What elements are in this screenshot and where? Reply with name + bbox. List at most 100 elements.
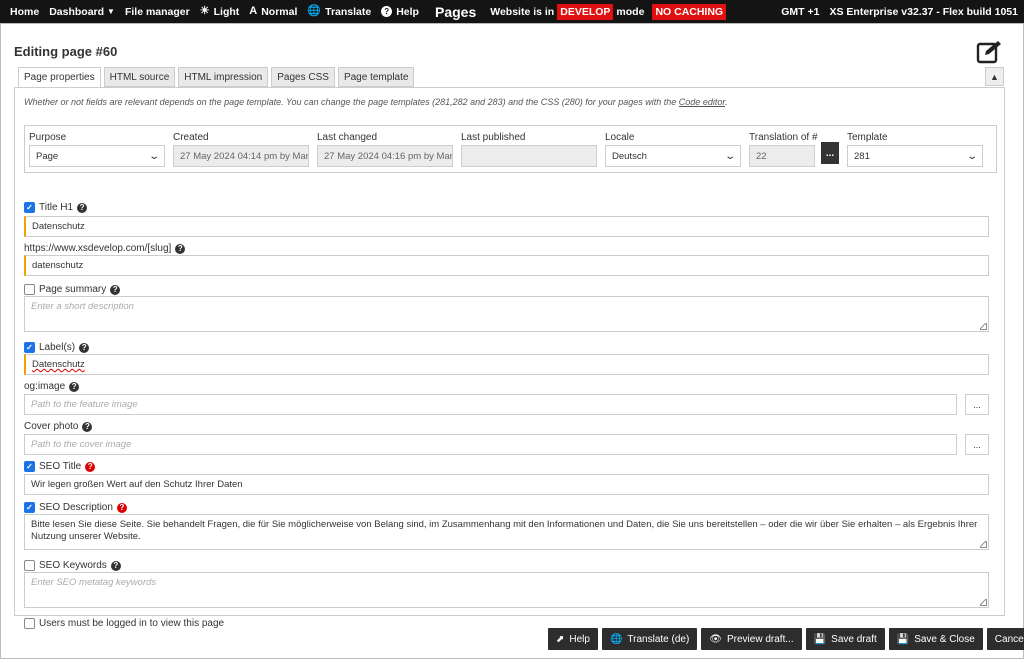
purpose-group: Purpose Page ⌄ [29, 132, 165, 167]
seo-description-textarea[interactable]: Bitte lesen Sie diese Seite. Sie behande… [24, 514, 989, 550]
login-required-checkbox[interactable] [24, 618, 35, 629]
help-icon[interactable]: ? [69, 381, 80, 392]
seo-title-input[interactable]: Wir legen großen Wert auf den Schutz Ihr… [24, 474, 989, 495]
nav-dashboard-label: Dashboard [49, 5, 105, 18]
help-icon[interactable]: ? [175, 243, 186, 254]
seo-keywords-checkbox[interactable] [24, 560, 35, 571]
save-draft-label: Save draft [831, 633, 877, 645]
tab-page-properties[interactable]: Page properties [18, 67, 101, 88]
help-icon[interactable]: ? [77, 202, 88, 213]
template-select[interactable]: 281 ⌄ [847, 145, 983, 167]
labels-input[interactable]: Datenschutz [24, 354, 989, 375]
chevron-down-icon: ⌄ [723, 150, 736, 162]
globe-icon: 🌐 [307, 5, 322, 17]
tab-pages-css[interactable]: Pages CSS [271, 67, 335, 87]
floppy-icon: 💾 [896, 633, 910, 645]
purpose-value: Page [36, 150, 59, 162]
title-h1-input[interactable]: Datenschutz [24, 216, 989, 237]
cover-photo-label-row: Cover photo ? [24, 421, 93, 432]
translation-of-browse-button[interactable]: ... [821, 142, 839, 164]
help-button[interactable]: ⬈ Help [548, 628, 598, 650]
tab-html-source[interactable]: HTML source [103, 67, 176, 87]
cancel-button[interactable]: Cancel [986, 628, 1024, 650]
seo-description-checkbox[interactable]: ✓ [24, 502, 35, 513]
font-icon: A [249, 5, 258, 17]
edit-icon [976, 41, 1001, 64]
cover-photo-input[interactable]: Path to the cover image [24, 434, 957, 455]
nav-home[interactable]: Home [10, 6, 39, 18]
labels-label-row: ✓ Label(s) ? [24, 342, 90, 353]
title-h1-checkbox[interactable]: ✓ [24, 202, 35, 213]
nav-file-manager[interactable]: File manager [125, 6, 190, 18]
nav-dashboard[interactable]: Dashboard ▼ [49, 6, 115, 18]
help-icon[interactable]: ? [110, 284, 121, 295]
created-label: Created [173, 132, 209, 143]
collapse-button[interactable]: ▲ [985, 67, 1004, 86]
seo-title-checkbox[interactable]: ✓ [24, 461, 35, 472]
locale-value: Deutsch [612, 150, 647, 162]
save-close-label: Save & Close [914, 633, 975, 645]
og-image-label-row: og:image ? [24, 381, 80, 392]
template-label: Template [847, 132, 888, 143]
save-draft-button[interactable]: 💾 Save draft [805, 628, 885, 650]
last-published-field [461, 145, 597, 167]
mode-label: mode [616, 5, 645, 18]
last-published-group: Last published [461, 132, 597, 167]
cover-photo-label: Cover photo [24, 421, 79, 432]
purpose-select[interactable]: Page ⌄ [29, 145, 165, 167]
nav-translate[interactable]: 🌐 Translate [307, 6, 371, 18]
save-close-button[interactable]: 💾 Save & Close [888, 628, 983, 650]
slug-label-row: https://www.xsdevelop.com/[slug] ? [24, 243, 186, 254]
seo-title-label-row: ✓ SEO Title ? [24, 461, 96, 472]
hint-end: . [725, 97, 728, 107]
resize-handle[interactable] [980, 541, 987, 548]
help-icon[interactable]: ? [110, 560, 121, 571]
seo-description-value: Bitte lesen Sie diese Seite. Sie behande… [31, 519, 978, 542]
version-label: XS Enterprise v32.37 - Flex build 1051 [829, 5, 1018, 18]
develop-badge: DEVELOP [557, 3, 614, 20]
help-button-label: Help [569, 633, 590, 645]
translation-of-field[interactable]: 22 [749, 145, 815, 167]
template-value: 281 [854, 150, 870, 162]
meta-fieldset: Purpose Page ⌄ Created 27 May 2024 04:14… [24, 125, 997, 173]
page-summary-label-row: Page summary ? [24, 284, 121, 295]
nav-help-label: Help [396, 5, 419, 18]
locale-select[interactable]: Deutsch ⌄ [605, 145, 741, 167]
seo-keywords-label: SEO Keywords [39, 560, 107, 571]
page-summary-textarea[interactable]: Enter a short description [24, 296, 989, 332]
nav-translate-label: Translate [325, 5, 372, 18]
seo-keywords-textarea[interactable]: Enter SEO metatag keywords [24, 572, 989, 608]
preview-draft-label: Preview draft... [727, 633, 794, 645]
tab-page-template[interactable]: Page template [337, 67, 415, 87]
seo-description-label: SEO Description [39, 502, 113, 513]
page-summary-checkbox[interactable] [24, 284, 35, 295]
help-icon[interactable]: ? [82, 421, 93, 432]
edit-page-dialog: Editing page #60 Page properties HTML so… [0, 23, 1024, 659]
og-image-browse-button[interactable]: ... [965, 394, 989, 415]
tab-html-impression[interactable]: HTML impression [178, 67, 269, 87]
code-editor-link[interactable]: Code editor [679, 97, 725, 107]
locale-group: Locale Deutsch ⌄ [605, 132, 741, 167]
resize-handle[interactable] [980, 599, 987, 606]
help-icon[interactable]: ? [116, 502, 127, 513]
preview-draft-button[interactable]: 👁 Preview draft... [701, 628, 802, 650]
title-h1-label-row: ✓ Title H1 ? [24, 202, 88, 213]
seo-description-label-row: ✓ SEO Description ? [24, 502, 127, 513]
template-group: Template 281 ⌄ [847, 132, 983, 167]
labels-checkbox[interactable]: ✓ [24, 342, 35, 353]
slug-input[interactable]: datenschutz [24, 255, 989, 276]
floppy-icon: 💾 [813, 633, 827, 645]
sun-icon: ☀ [199, 5, 210, 17]
og-image-input[interactable]: Path to the feature image [24, 394, 957, 415]
cover-photo-browse-button[interactable]: ... [965, 434, 989, 455]
resize-handle[interactable] [980, 323, 987, 330]
labels-value: Datenschutz [32, 359, 85, 370]
help-icon[interactable]: ? [85, 461, 96, 472]
nav-light[interactable]: ☀ Light [200, 6, 240, 18]
nav-help[interactable]: ? Help [381, 6, 419, 18]
nav-normal[interactable]: A Normal [249, 6, 297, 18]
page-summary-placeholder: Enter a short description [31, 301, 134, 312]
translation-of-label: Translation of # [749, 132, 818, 143]
help-icon[interactable]: ? [79, 342, 90, 353]
translate-button[interactable]: 🌐 Translate (de) [601, 628, 698, 650]
